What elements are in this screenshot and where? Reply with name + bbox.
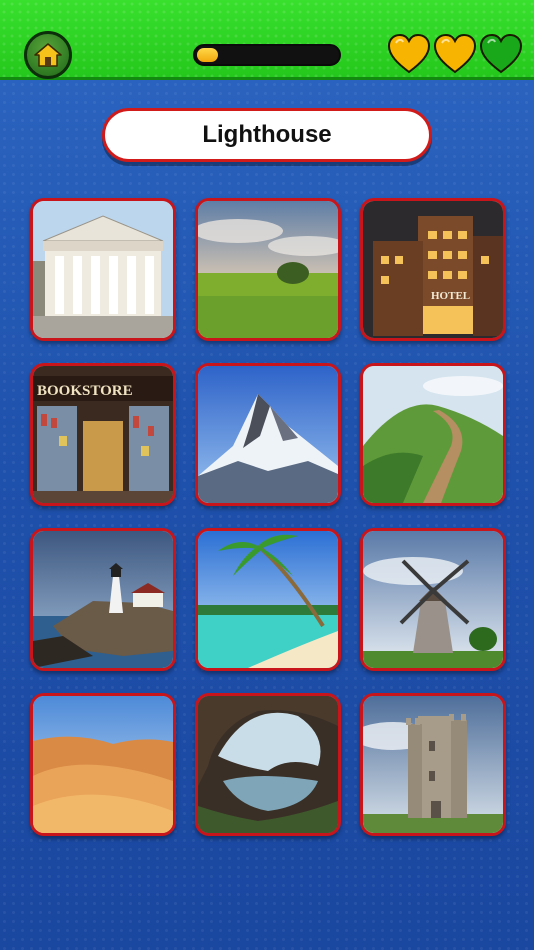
target-word-text: Lighthouse bbox=[202, 121, 332, 148]
home-icon bbox=[34, 43, 62, 67]
hotel-sign: HOTEL bbox=[431, 290, 470, 302]
tile-image bbox=[198, 366, 338, 503]
tile-windmill[interactable] bbox=[360, 528, 506, 671]
tile-hill-path[interactable] bbox=[360, 363, 506, 506]
lives-indicator bbox=[387, 33, 523, 77]
tile-image bbox=[198, 531, 338, 668]
tile-columned-building[interactable] bbox=[30, 198, 176, 341]
progress-bar-fill bbox=[197, 48, 218, 62]
progress-bar bbox=[193, 44, 341, 66]
tile-snowy-mountain[interactable] bbox=[195, 363, 341, 506]
tile-tropical-beach[interactable] bbox=[195, 528, 341, 671]
top-bar bbox=[0, 0, 534, 80]
bookstore-sign: BOOKSTORE bbox=[37, 383, 133, 399]
tile-image bbox=[198, 696, 338, 833]
tile-desert-dunes[interactable] bbox=[30, 693, 176, 836]
tile-image: BOOKSTORE bbox=[33, 366, 173, 503]
tile-image bbox=[33, 531, 173, 668]
heart-empty-icon bbox=[479, 33, 523, 74]
tile-image: HOTEL bbox=[363, 201, 503, 338]
heart-full-icon bbox=[433, 33, 477, 74]
target-word-label: Lighthouse bbox=[102, 108, 432, 162]
tile-image bbox=[33, 201, 173, 338]
tile-image bbox=[33, 696, 173, 833]
tile-lighthouse[interactable] bbox=[30, 528, 176, 671]
tile-hotel[interactable]: HOTEL bbox=[360, 198, 506, 341]
tile-image bbox=[198, 201, 338, 338]
tile-image bbox=[363, 531, 503, 668]
tile-cave[interactable] bbox=[195, 693, 341, 836]
tile-castle-tower[interactable] bbox=[360, 693, 506, 836]
tile-green-meadow[interactable] bbox=[195, 198, 341, 341]
heart-full-icon bbox=[387, 33, 431, 74]
tile-image bbox=[363, 366, 503, 503]
home-button[interactable] bbox=[24, 31, 72, 79]
tile-bookstore[interactable]: BOOKSTORE bbox=[30, 363, 176, 506]
tile-image bbox=[363, 696, 503, 833]
